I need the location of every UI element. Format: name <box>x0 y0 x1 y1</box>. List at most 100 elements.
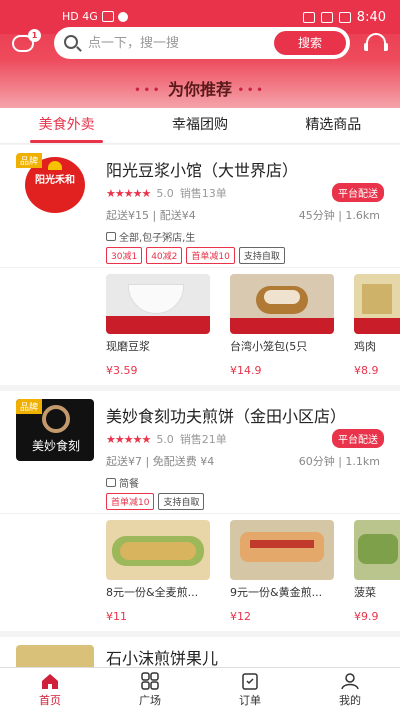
promo-tag: 30减1 <box>106 247 143 264</box>
product-price: ¥14.9 <box>230 364 262 377</box>
status-network-text: HD 4G <box>62 10 98 23</box>
app-notification-icon <box>117 11 128 22</box>
tab-group-buy[interactable]: 幸福团购 <box>133 108 266 143</box>
product-name: 台湾小笼包(5只 <box>230 340 308 353</box>
product-card[interactable]: 8元一份&全麦煎... ¥11 <box>106 520 210 623</box>
time-distance: 45分钟 | 1.6km <box>298 209 380 222</box>
promo-tags: 首单减10 支持自取 <box>106 493 205 510</box>
category-tabs: 美食外卖 幸福团购 精选商品 <box>0 108 400 144</box>
tab-selected-goods[interactable]: 精选商品 <box>267 108 400 143</box>
product-image <box>106 274 210 334</box>
product-scroller[interactable]: 现磨豆浆 ¥3.59 台湾小笼包(5只 ¥14.9 鸡肉 ¥8.9 <box>0 267 400 385</box>
product-name: 鸡肉 <box>354 340 376 353</box>
promo-tag: 首单减10 <box>186 247 235 264</box>
decorative-dots-right: ••• <box>237 85 266 96</box>
logo-text: 美妙食刻 <box>31 439 80 453</box>
product-name: 现磨豆浆 <box>106 340 150 353</box>
product-image <box>354 274 400 334</box>
store-name[interactable]: 石小沫煎饼果儿 <box>106 645 218 669</box>
category-row: 简餐 <box>106 475 139 490</box>
order-icon <box>242 673 258 690</box>
store-logo: 品牌 美妙食刻 <box>16 399 94 461</box>
nav-home[interactable]: 首页 <box>0 668 100 711</box>
wifi-icon <box>320 12 333 23</box>
search-icon <box>64 35 78 49</box>
rating-value: 5.0 <box>156 432 174 446</box>
alarm-icon <box>302 12 315 23</box>
product-card[interactable]: 现磨豆浆 ¥3.59 <box>106 274 210 377</box>
user-icon <box>341 673 359 690</box>
bottom-navigation: 首页 广场 订单 我的 <box>0 667 400 711</box>
product-card[interactable]: 9元一份&黄金煎... ¥12 <box>230 520 334 623</box>
grid-icon <box>141 672 159 690</box>
store-card[interactable]: 品牌 阳光禾和 阳光豆浆小馆（大世界店） ★★★★★ 5.0 销售13单 平台配… <box>0 145 400 385</box>
customer-service-icon[interactable] <box>364 33 388 51</box>
nav-label: 我的 <box>339 694 361 707</box>
signal-icon <box>101 11 114 22</box>
delivery-info: 起送¥7 | 免配送费 ¥4 <box>106 455 215 468</box>
product-price: ¥9.9 <box>354 610 379 623</box>
product-price: ¥3.59 <box>106 364 138 377</box>
status-time: 8:40 <box>356 10 386 25</box>
store-list: 品牌 阳光禾和 阳光豆浆小馆（大世界店） ★★★★★ 5.0 销售13单 平台配… <box>0 145 400 677</box>
store-logo: 品牌 阳光禾和 <box>16 153 94 215</box>
tab-food-delivery[interactable]: 美食外卖 <box>0 108 133 143</box>
delivery-badge: 平台配送 <box>332 183 384 202</box>
promo-tag: 40减2 <box>146 247 183 264</box>
rating-stars: ★★★★★ <box>106 186 151 200</box>
sales-count: 销售13单 <box>179 187 227 200</box>
nav-plaza[interactable]: 广场 <box>100 668 200 711</box>
promo-tag: 首单减10 <box>106 493 155 510</box>
store-card[interactable]: 品牌 美妙食刻 美妙食刻功夫煎饼（金田小区店） ★★★★★ 5.0 销售21单 … <box>0 391 400 631</box>
nav-label: 广场 <box>139 694 161 707</box>
nav-label: 订单 <box>239 694 261 707</box>
rating-stars: ★★★★★ <box>106 432 151 446</box>
product-name: 8元一份&全麦煎... <box>106 586 199 599</box>
pickup-tag: 支持自取 <box>238 247 285 264</box>
product-price: ¥8.9 <box>354 364 379 377</box>
product-image <box>230 274 334 334</box>
time-distance: 60分钟 | 1.1km <box>298 455 380 468</box>
nav-orders[interactable]: 订单 <box>200 668 300 711</box>
battery-icon <box>338 12 351 23</box>
category-row: 全部,包子粥店,生 <box>106 229 195 244</box>
delivery-badge: 平台配送 <box>332 429 384 448</box>
product-name: 菠菜 <box>354 586 376 599</box>
rating-row: ★★★★★ 5.0 销售13单 <box>106 185 227 201</box>
promo-tags: 30减1 40减2 首单减10 支持自取 <box>106 247 285 264</box>
nav-label: 首页 <box>39 694 61 707</box>
product-image <box>106 520 210 580</box>
product-scroller[interactable]: 8元一份&全麦煎... ¥11 9元一份&黄金煎... ¥12 菠菜 ¥9.9 <box>0 513 400 631</box>
rating-row: ★★★★★ 5.0 销售21单 <box>106 431 227 447</box>
sales-count: 销售21单 <box>179 433 227 446</box>
recommend-heading: ••• 为你推荐 ••• <box>0 76 400 100</box>
search-input[interactable] <box>88 33 258 53</box>
store-name[interactable]: 阳光豆浆小馆（大世界店） <box>106 157 298 181</box>
search-bar[interactable]: 搜索 <box>54 27 350 59</box>
search-button[interactable]: 搜索 <box>274 31 346 55</box>
product-card[interactable]: 鸡肉 ¥8.9 <box>354 274 400 377</box>
home-icon <box>42 674 58 689</box>
decorative-dots-left: ••• <box>134 85 163 96</box>
product-image <box>230 520 334 580</box>
brand-tag: 品牌 <box>16 153 43 168</box>
store-name[interactable]: 美妙食刻功夫煎饼（金田小区店） <box>106 403 346 427</box>
rating-value: 5.0 <box>156 186 174 200</box>
product-price: ¥11 <box>106 610 127 623</box>
category-text: 简餐 <box>119 479 139 490</box>
category-text: 全部,包子粥店,生 <box>119 233 196 244</box>
pickup-tag: 支持自取 <box>158 493 205 510</box>
category-icon <box>106 478 116 487</box>
product-card[interactable]: 菠菜 ¥9.9 <box>354 520 400 623</box>
message-badge: 1 <box>28 29 41 42</box>
message-button[interactable]: 1 <box>12 29 41 56</box>
logo-text: 阳光禾和 <box>35 175 75 186</box>
product-name: 9元一份&黄金煎... <box>230 586 323 599</box>
product-card[interactable]: 台湾小笼包(5只 ¥14.9 <box>230 274 334 377</box>
brand-tag: 品牌 <box>16 399 43 414</box>
product-price: ¥12 <box>230 610 251 623</box>
nav-profile[interactable]: 我的 <box>300 668 400 711</box>
category-icon <box>106 232 116 241</box>
recommend-title: 为你推荐 <box>167 80 232 99</box>
product-image <box>354 520 400 580</box>
